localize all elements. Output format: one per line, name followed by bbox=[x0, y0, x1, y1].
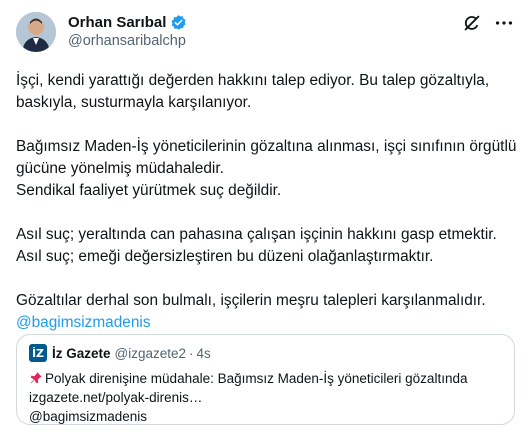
mention-link[interactable]: @bagimsizmadenis bbox=[16, 312, 515, 334]
tweet-header: Orhan Sarıbal @orhansaribalchp bbox=[16, 10, 515, 56]
tweet-line: baskıyla, susturmayla karşılanıyor. bbox=[16, 94, 252, 111]
author-handle[interactable]: @orhansaribalchp bbox=[68, 33, 187, 49]
separator-dot: · bbox=[189, 345, 194, 361]
quoted-tweet[interactable]: İZ İz Gazete @izgazete2 · 4s Polyak dire… bbox=[16, 334, 515, 425]
tweet-line: Asıl suç; yeraltında can pahasına çalışa… bbox=[16, 226, 497, 243]
tweet-line: İşçi, kendi yarattığı değerden hakkını t… bbox=[16, 72, 490, 89]
quoted-timestamp[interactable]: 4s bbox=[197, 346, 211, 361]
tweet-line: Gözaltılar derhal son bulmalı, işçilerin… bbox=[16, 292, 486, 309]
pushpin-icon bbox=[29, 371, 43, 385]
tweet-paragraph: Asıl suç; yeraltında can pahasına çalışa… bbox=[16, 224, 515, 268]
grok-icon[interactable] bbox=[461, 12, 483, 34]
author-name[interactable]: Orhan Sarıbal bbox=[68, 14, 166, 31]
more-icon[interactable] bbox=[493, 12, 515, 34]
tweet-text: İşçi, kendi yarattığı değerden hakkını t… bbox=[16, 70, 517, 334]
tweet-paragraph: İşçi, kendi yarattığı değerden hakkını t… bbox=[16, 70, 515, 114]
avatar-image bbox=[16, 12, 56, 52]
tweet-paragraph: Bağımsız Maden-İş yöneticilerinin gözalt… bbox=[16, 136, 517, 202]
quoted-text-line: Polyak direnişine müdahale: Bağımsız Mad… bbox=[45, 371, 468, 386]
tweet-line: Bağımsız Maden-İş yöneticilerinin gözalt… bbox=[16, 138, 517, 155]
quoted-link[interactable]: izgazete.net/polyak-direnis… bbox=[29, 388, 502, 407]
quoted-mention[interactable]: @bagimsizmadenis bbox=[29, 407, 502, 426]
verified-badge-icon bbox=[170, 14, 187, 31]
quoted-line: Polyak direnişine müdahale: Bağımsız Mad… bbox=[29, 369, 502, 388]
quoted-tweet-header: İZ İz Gazete @izgazete2 · 4s bbox=[29, 344, 502, 362]
user-info: Orhan Sarıbal @orhansaribalchp bbox=[68, 12, 187, 49]
avatar[interactable] bbox=[16, 12, 56, 52]
quoted-avatar[interactable]: İZ bbox=[29, 344, 47, 362]
header-actions bbox=[461, 12, 515, 34]
quoted-tweet-text: Polyak direnişine müdahale: Bağımsız Mad… bbox=[29, 369, 502, 426]
tweet-paragraph: Gözaltılar derhal son bulmalı, işçilerin… bbox=[16, 290, 515, 334]
quoted-author-name[interactable]: İz Gazete bbox=[52, 346, 111, 361]
quoted-author-handle[interactable]: @izgazete2 bbox=[115, 346, 187, 361]
tweet-line: Sendikal faaliyet yürütmek suç değildir. bbox=[16, 182, 282, 199]
tweet-line: gücüne yönelmiş müdahaledir. bbox=[16, 160, 224, 177]
tweet-line: Asıl suç; emeği değersizleştiren bu düze… bbox=[16, 248, 434, 265]
